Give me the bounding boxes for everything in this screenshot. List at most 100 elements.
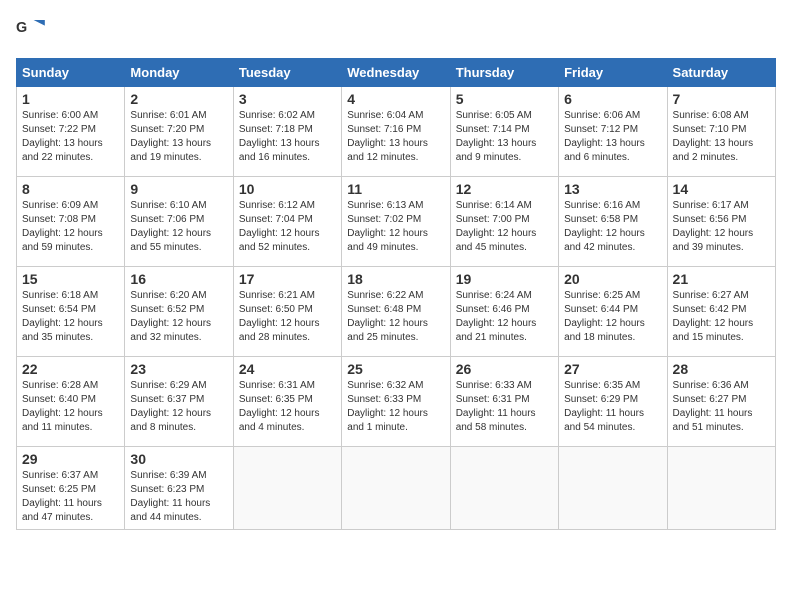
- day-info: Sunrise: 6:24 AMSunset: 6:46 PMDaylight:…: [456, 289, 553, 345]
- weekday-friday: Friday: [559, 59, 667, 87]
- day-number: 5: [456, 91, 553, 107]
- day-info: Sunrise: 6:04 AMSunset: 7:16 PMDaylight:…: [347, 109, 444, 165]
- calendar-body: 1Sunrise: 6:00 AMSunset: 7:22 PMDaylight…: [17, 87, 776, 530]
- day-info: Sunrise: 6:27 AMSunset: 6:42 PMDaylight:…: [673, 289, 770, 345]
- day-info: Sunrise: 6:06 AMSunset: 7:12 PMDaylight:…: [564, 109, 661, 165]
- calendar-day-cell: 23 Sunrise: 6:29 AMSunset: 6:37 PMDayligh…: [125, 357, 233, 447]
- calendar-day-cell: 13 Sunrise: 6:16 AMSunset: 6:58 PMDayligh…: [559, 177, 667, 267]
- calendar-day-cell: 15Sunrise: 6:18 AMSunset: 6:54 PMDayligh…: [17, 267, 125, 357]
- day-info: Sunrise: 6:35 AMSunset: 6:29 PMDaylight:…: [564, 379, 661, 435]
- day-info: Sunrise: 6:05 AMSunset: 7:14 PMDaylight:…: [456, 109, 553, 165]
- weekday-monday: Monday: [125, 59, 233, 87]
- day-number: 12: [456, 181, 553, 197]
- day-number: 24: [239, 361, 336, 377]
- weekday-sunday: Sunday: [17, 59, 125, 87]
- day-info: Sunrise: 6:25 AMSunset: 6:44 PMDaylight:…: [564, 289, 661, 345]
- calendar-day-cell: 16 Sunrise: 6:20 AMSunset: 6:52 PMDayligh…: [125, 267, 233, 357]
- day-number: 26: [456, 361, 553, 377]
- day-info: Sunrise: 6:01 AMSunset: 7:20 PMDaylight:…: [130, 109, 227, 165]
- calendar-day-cell: 21 Sunrise: 6:27 AMSunset: 6:42 PMDayligh…: [667, 267, 775, 357]
- calendar-day-cell: [450, 447, 558, 530]
- calendar-day-cell: 6 Sunrise: 6:06 AMSunset: 7:12 PMDaylight…: [559, 87, 667, 177]
- calendar-day-cell: 8 Sunrise: 6:09 AMSunset: 7:08 PMDaylight…: [17, 177, 125, 267]
- day-info: Sunrise: 6:37 AMSunset: 6:25 PMDaylight:…: [22, 469, 119, 525]
- calendar-day-cell: 27 Sunrise: 6:35 AMSunset: 6:29 PMDayligh…: [559, 357, 667, 447]
- day-info: Sunrise: 6:31 AMSunset: 6:35 PMDaylight:…: [239, 379, 336, 435]
- day-number: 3: [239, 91, 336, 107]
- calendar-day-cell: [342, 447, 450, 530]
- calendar-day-cell: 18Sunrise: 6:22 AMSunset: 6:48 PMDayligh…: [342, 267, 450, 357]
- calendar-week-row: 8 Sunrise: 6:09 AMSunset: 7:08 PMDaylight…: [17, 177, 776, 267]
- day-info: Sunrise: 6:32 AMSunset: 6:33 PMDaylight:…: [347, 379, 444, 435]
- day-number: 21: [673, 271, 770, 287]
- day-number: 30: [130, 451, 227, 467]
- day-info: Sunrise: 6:16 AMSunset: 6:58 PMDaylight:…: [564, 199, 661, 255]
- day-number: 9: [130, 181, 227, 197]
- calendar-day-cell: [233, 447, 341, 530]
- day-info: Sunrise: 6:08 AMSunset: 7:10 PMDaylight:…: [673, 109, 770, 165]
- calendar-day-cell: 10Sunrise: 6:12 AMSunset: 7:04 PMDayligh…: [233, 177, 341, 267]
- day-number: 28: [673, 361, 770, 377]
- day-info: Sunrise: 6:10 AMSunset: 7:06 PMDaylight:…: [130, 199, 227, 255]
- weekday-wednesday: Wednesday: [342, 59, 450, 87]
- day-info: Sunrise: 6:17 AMSunset: 6:56 PMDaylight:…: [673, 199, 770, 255]
- day-info: Sunrise: 6:09 AMSunset: 7:08 PMDaylight:…: [22, 199, 119, 255]
- calendar-week-row: 22 Sunrise: 6:28 AMSunset: 6:40 PMDayligh…: [17, 357, 776, 447]
- day-info: Sunrise: 6:28 AMSunset: 6:40 PMDaylight:…: [22, 379, 119, 435]
- calendar-day-cell: 7 Sunrise: 6:08 AMSunset: 7:10 PMDaylight…: [667, 87, 775, 177]
- day-number: 6: [564, 91, 661, 107]
- svg-text:G: G: [16, 20, 27, 36]
- calendar-week-row: 1Sunrise: 6:00 AMSunset: 7:22 PMDaylight…: [17, 87, 776, 177]
- day-number: 16: [130, 271, 227, 287]
- day-info: Sunrise: 6:14 AMSunset: 7:00 PMDaylight:…: [456, 199, 553, 255]
- calendar-day-cell: 30 Sunrise: 6:39 AMSunset: 6:23 PMDayligh…: [125, 447, 233, 530]
- day-info: Sunrise: 6:02 AMSunset: 7:18 PMDaylight:…: [239, 109, 336, 165]
- calendar-day-cell: 11 Sunrise: 6:13 AMSunset: 7:02 PMDayligh…: [342, 177, 450, 267]
- day-info: Sunrise: 6:39 AMSunset: 6:23 PMDaylight:…: [130, 469, 227, 525]
- day-number: 25: [347, 361, 444, 377]
- day-number: 7: [673, 91, 770, 107]
- calendar-table: SundayMondayTuesdayWednesdayThursdayFrid…: [16, 58, 776, 530]
- calendar-day-cell: 5 Sunrise: 6:05 AMSunset: 7:14 PMDaylight…: [450, 87, 558, 177]
- weekday-thursday: Thursday: [450, 59, 558, 87]
- calendar-day-cell: 2 Sunrise: 6:01 AMSunset: 7:20 PMDaylight…: [125, 87, 233, 177]
- calendar-day-cell: 22 Sunrise: 6:28 AMSunset: 6:40 PMDayligh…: [17, 357, 125, 447]
- calendar-day-cell: 14 Sunrise: 6:17 AMSunset: 6:56 PMDayligh…: [667, 177, 775, 267]
- day-number: 17: [239, 271, 336, 287]
- day-number: 2: [130, 91, 227, 107]
- day-number: 8: [22, 181, 119, 197]
- calendar-day-cell: 3 Sunrise: 6:02 AMSunset: 7:18 PMDaylight…: [233, 87, 341, 177]
- day-info: Sunrise: 6:29 AMSunset: 6:37 PMDaylight:…: [130, 379, 227, 435]
- calendar-day-cell: 9 Sunrise: 6:10 AMSunset: 7:06 PMDaylight…: [125, 177, 233, 267]
- day-number: 14: [673, 181, 770, 197]
- calendar-week-row: 15Sunrise: 6:18 AMSunset: 6:54 PMDayligh…: [17, 267, 776, 357]
- calendar-day-cell: 19Sunrise: 6:24 AMSunset: 6:46 PMDayligh…: [450, 267, 558, 357]
- logo-icon: G: [16, 16, 48, 48]
- calendar-day-cell: 20 Sunrise: 6:25 AMSunset: 6:44 PMDayligh…: [559, 267, 667, 357]
- day-info: Sunrise: 6:12 AMSunset: 7:04 PMDaylight:…: [239, 199, 336, 255]
- weekday-tuesday: Tuesday: [233, 59, 341, 87]
- day-number: 15: [22, 271, 119, 287]
- calendar-day-cell: 17 Sunrise: 6:21 AMSunset: 6:50 PMDayligh…: [233, 267, 341, 357]
- day-number: 11: [347, 181, 444, 197]
- calendar-day-cell: [667, 447, 775, 530]
- calendar-week-row: 29Sunrise: 6:37 AMSunset: 6:25 PMDayligh…: [17, 447, 776, 530]
- calendar-day-cell: 4Sunrise: 6:04 AMSunset: 7:16 PMDaylight…: [342, 87, 450, 177]
- day-number: 13: [564, 181, 661, 197]
- day-info: Sunrise: 6:13 AMSunset: 7:02 PMDaylight:…: [347, 199, 444, 255]
- day-number: 20: [564, 271, 661, 287]
- calendar-day-cell: 12 Sunrise: 6:14 AMSunset: 7:00 PMDayligh…: [450, 177, 558, 267]
- day-info: Sunrise: 6:36 AMSunset: 6:27 PMDaylight:…: [673, 379, 770, 435]
- day-info: Sunrise: 6:20 AMSunset: 6:52 PMDaylight:…: [130, 289, 227, 345]
- calendar-day-cell: 26Sunrise: 6:33 AMSunset: 6:31 PMDayligh…: [450, 357, 558, 447]
- day-info: Sunrise: 6:00 AMSunset: 7:22 PMDaylight:…: [22, 109, 119, 165]
- day-number: 23: [130, 361, 227, 377]
- day-number: 22: [22, 361, 119, 377]
- day-info: Sunrise: 6:21 AMSunset: 6:50 PMDaylight:…: [239, 289, 336, 345]
- day-number: 27: [564, 361, 661, 377]
- weekday-saturday: Saturday: [667, 59, 775, 87]
- calendar-day-cell: 28 Sunrise: 6:36 AMSunset: 6:27 PMDayligh…: [667, 357, 775, 447]
- logo: G: [16, 16, 52, 48]
- calendar-day-cell: 1Sunrise: 6:00 AMSunset: 7:22 PMDaylight…: [17, 87, 125, 177]
- calendar-day-cell: 25 Sunrise: 6:32 AMSunset: 6:33 PMDayligh…: [342, 357, 450, 447]
